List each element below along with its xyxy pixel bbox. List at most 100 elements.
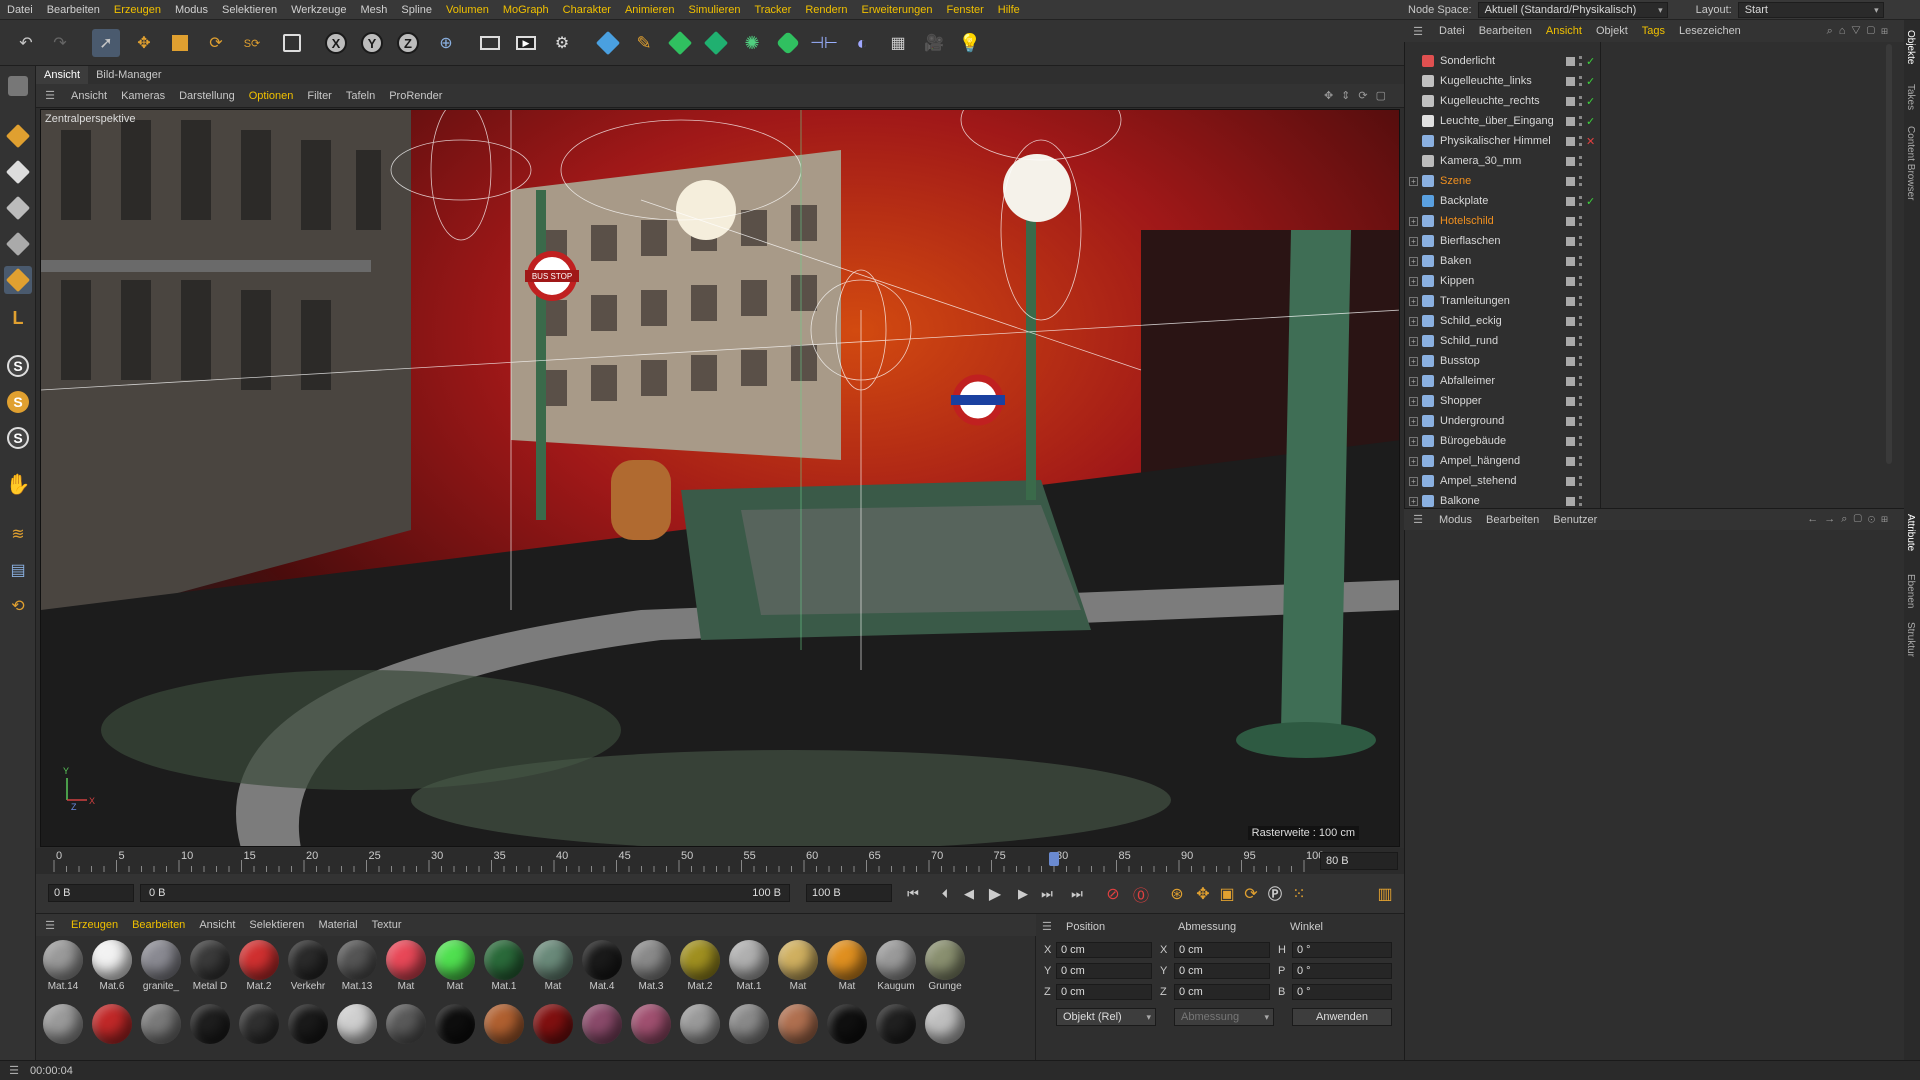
vp-menu-filter[interactable]: Filter — [300, 84, 338, 108]
end-frame-field[interactable]: 100 B — [806, 884, 892, 902]
layer-swatch-icon[interactable] — [1566, 156, 1575, 166]
expand-toggle-icon[interactable]: + — [1409, 276, 1418, 286]
visibility-dots-icon[interactable] — [1579, 496, 1582, 506]
frame-range-bar[interactable]: 0 B 100 B — [140, 884, 790, 902]
enabled-check-icon[interactable]: ✓ — [1586, 55, 1595, 68]
vtab-objekte[interactable]: Objekte — [1905, 30, 1916, 64]
material-swatch[interactable] — [481, 1004, 527, 1044]
hamburger-icon[interactable]: ☰ — [1042, 920, 1052, 933]
layer-swatch-icon[interactable] — [1566, 336, 1575, 346]
layer-swatch-icon[interactable] — [1566, 176, 1575, 186]
apply-button[interactable]: Anwenden — [1292, 1008, 1392, 1026]
visibility-dots-icon[interactable] — [1579, 416, 1582, 426]
coordinate-system-icon[interactable] — [278, 29, 306, 57]
object-row[interactable]: + Hotelschild — [1404, 211, 1882, 231]
extrude-icon[interactable] — [702, 29, 730, 57]
visibility-dots-icon[interactable] — [1579, 76, 1582, 86]
tab-ansicht[interactable]: Ansicht — [36, 66, 89, 84]
light-icon[interactable]: 💡 — [956, 29, 984, 57]
material-swatch[interactable]: Mat.3 — [628, 940, 674, 992]
key-selection-icon[interactable]: ⊛ — [1166, 883, 1188, 905]
visibility-dots-icon[interactable] — [1579, 316, 1582, 326]
enabled-check-icon[interactable]: ✓ — [1586, 115, 1595, 128]
play-icon[interactable]: ▶ — [984, 883, 1006, 905]
menu-hilfe[interactable]: Hilfe — [991, 0, 1027, 20]
expand-toggle-icon[interactable]: + — [1409, 496, 1418, 506]
snap-icon[interactable]: S — [4, 352, 32, 380]
make-editable-icon[interactable] — [4, 72, 32, 100]
hamburger-icon[interactable]: ☰ — [0, 1064, 28, 1077]
mat-menu-bearbeiten[interactable]: Bearbeiten — [125, 914, 192, 936]
edges-mode-icon[interactable] — [4, 230, 32, 258]
attr-menu-bearbeiten[interactable]: Bearbeiten — [1479, 509, 1546, 531]
material-swatch[interactable]: Mat — [775, 940, 821, 992]
cloner-icon[interactable] — [774, 29, 802, 57]
material-swatch[interactable]: granite_ — [138, 940, 184, 992]
next-frame-icon[interactable]: ▶ — [1012, 883, 1034, 905]
object-row[interactable]: + Schild_eckig — [1404, 311, 1882, 331]
layer-swatch-icon[interactable] — [1566, 296, 1575, 306]
vtab-ebenen[interactable]: Ebenen — [1905, 574, 1916, 608]
menu-datei[interactable]: Datei — [0, 0, 40, 20]
menu-fenster[interactable]: Fenster — [939, 0, 990, 20]
move-tool-icon[interactable]: ✥ — [130, 29, 158, 57]
workplane-icon[interactable]: ≋ — [4, 520, 32, 548]
material-swatch[interactable] — [89, 1004, 135, 1044]
visibility-dots-icon[interactable] — [1579, 436, 1582, 446]
enabled-check-icon[interactable]: ✓ — [1586, 195, 1595, 208]
layer-swatch-icon[interactable] — [1566, 76, 1575, 86]
visibility-dots-icon[interactable] — [1579, 216, 1582, 226]
object-row[interactable]: + Bürogebäude — [1404, 431, 1882, 451]
material-swatch[interactable] — [383, 1004, 429, 1044]
key-parameter-icon[interactable]: Ⓟ — [1264, 883, 1286, 905]
pen-spline-icon[interactable]: ✎ — [630, 29, 658, 57]
timeline-ruler[interactable]: 0 5 10 15 20 25 30 35 40 45 50 55 60 65 70 75 80 85 90 95 10… — [36, 848, 1404, 874]
rotation-b-field[interactable]: 0 ° — [1292, 984, 1392, 1000]
render-picture-viewer-icon[interactable]: ▶ — [512, 29, 540, 57]
material-swatch[interactable] — [187, 1004, 233, 1044]
recent-tools-icon[interactable]: S⟳ — [238, 29, 266, 57]
material-swatch[interactable]: Mat.14 — [40, 940, 86, 992]
attribute-nav-icons[interactable]: ←→⌕▢⊙⊞ — [1807, 513, 1894, 526]
menu-modus[interactable]: Modus — [168, 0, 215, 20]
vtab-struktur[interactable]: Struktur — [1905, 622, 1916, 657]
attr-menu-benutzer[interactable]: Benutzer — [1546, 509, 1604, 531]
prev-frame-icon[interactable]: ◀ — [958, 883, 980, 905]
key-pla-icon[interactable]: ⁙ — [1288, 883, 1310, 905]
redo-icon[interactable]: ↷ — [46, 29, 74, 57]
layer-swatch-icon[interactable] — [1566, 96, 1575, 106]
layer-swatch-icon[interactable] — [1566, 116, 1575, 126]
rotation-p-field[interactable]: 0 ° — [1292, 963, 1392, 979]
material-swatch[interactable]: Metal D — [187, 940, 233, 992]
layer-swatch-icon[interactable] — [1566, 356, 1575, 366]
vtab-content-browser[interactable]: Content Browser — [1905, 126, 1916, 200]
material-swatch[interactable] — [873, 1004, 919, 1044]
coord-mode-dropdown[interactable]: Objekt (Rel) — [1056, 1008, 1156, 1026]
object-row[interactable]: Physikalischer Himmel ✕ — [1404, 131, 1882, 151]
mat-menu-ansicht[interactable]: Ansicht — [192, 914, 242, 936]
object-row[interactable]: + Abfalleimer — [1404, 371, 1882, 391]
material-swatch[interactable] — [677, 1004, 723, 1044]
menu-animieren[interactable]: Animieren — [618, 0, 682, 20]
material-swatch[interactable]: Mat.6 — [89, 940, 135, 992]
layer-swatch-icon[interactable] — [1566, 236, 1575, 246]
obj-menu-objekt[interactable]: Objekt — [1589, 20, 1635, 42]
model-mode-icon[interactable] — [4, 122, 32, 150]
autokey-icon[interactable]: ⓪ — [1130, 883, 1152, 905]
menu-simulieren[interactable]: Simulieren — [682, 0, 748, 20]
object-row[interactable]: Sonderlicht ✓ — [1404, 51, 1882, 71]
hamburger-icon[interactable]: ☰ — [1404, 513, 1432, 526]
start-frame-field[interactable]: 0 B — [48, 884, 134, 902]
layer-swatch-icon[interactable] — [1566, 216, 1575, 226]
select-tool-icon[interactable]: ➚ — [92, 29, 120, 57]
menu-charakter[interactable]: Charakter — [556, 0, 618, 20]
array-icon[interactable]: ✺ — [738, 29, 766, 57]
material-swatch[interactable]: Mat.1 — [481, 940, 527, 992]
material-swatch[interactable]: Verkehr — [285, 940, 331, 992]
quantize-icon[interactable]: S — [4, 424, 32, 452]
disabled-x-icon[interactable]: ✕ — [1586, 135, 1595, 148]
visibility-dots-icon[interactable] — [1579, 336, 1582, 346]
layer-swatch-icon[interactable] — [1566, 276, 1575, 286]
object-manager-tools-icon[interactable]: ⌕⌂▽▢⊞ — [1827, 25, 1894, 38]
vp-menu-optionen[interactable]: Optionen — [242, 84, 301, 108]
